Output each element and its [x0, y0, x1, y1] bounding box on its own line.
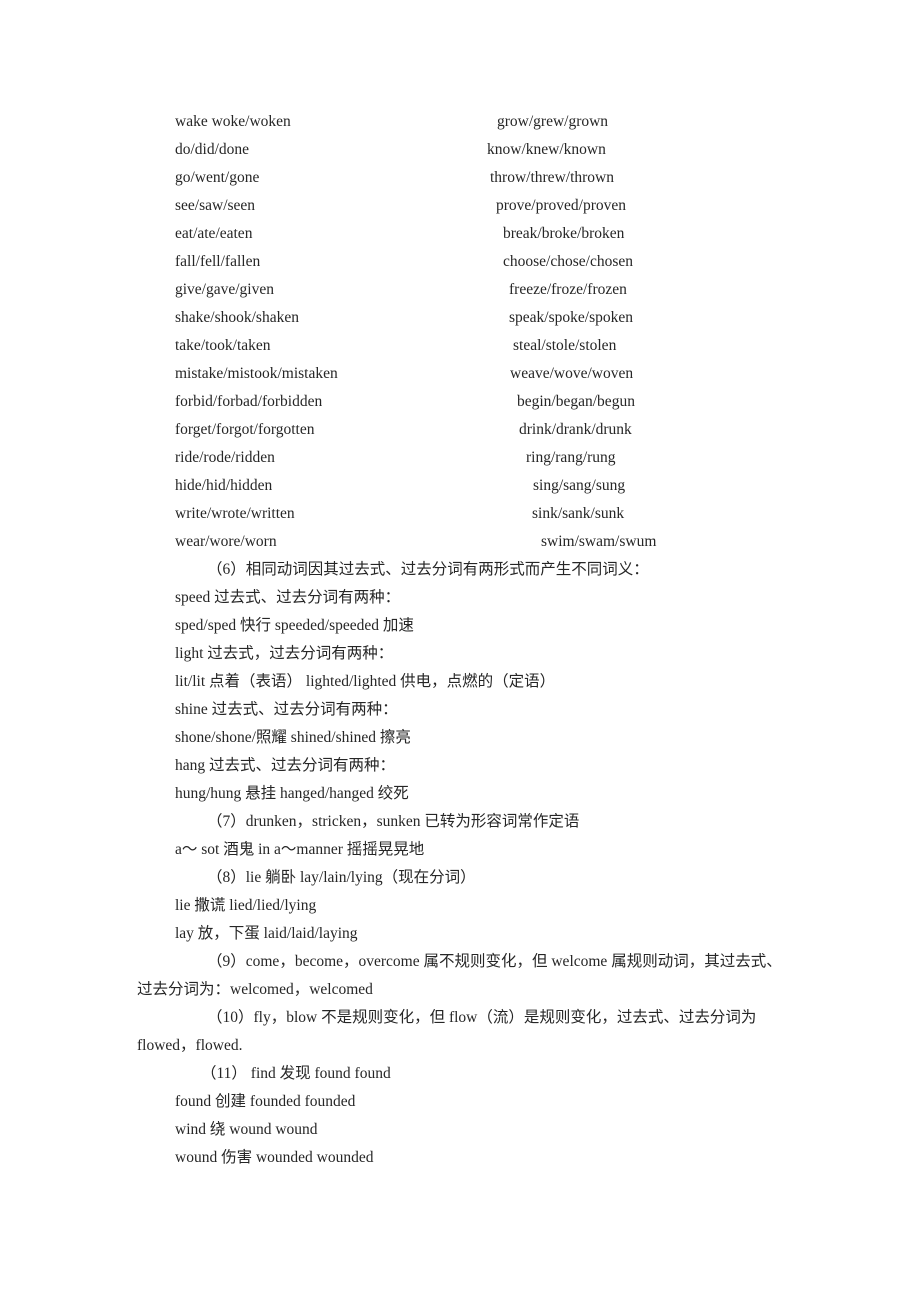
document-page: wake woke/woken grow/grew/grown do/did/d…	[0, 0, 920, 1302]
note-item-7: （7）drunken，stricken，sunken 已转为形容词常作定语	[207, 813, 580, 830]
table-row: forget/forgot/forgotten drink/drank/drun…	[137, 416, 895, 444]
verb-right: swim/swam/swum	[541, 533, 657, 550]
table-row: take/took/taken steal/stole/stolen	[137, 332, 895, 360]
note-speed-forms: sped/sped 快行 speeded/speeded 加速	[175, 617, 414, 634]
verb-right: grow/grew/grown	[497, 113, 609, 130]
table-row: eat/ate/eaten break/broke/broken	[137, 220, 895, 248]
note-item-8-lie: lie 撒谎 lied/lied/lying	[175, 897, 317, 914]
verb-left: mistake/mistook/mistaken	[175, 365, 338, 382]
table-row: wear/wore/worn swim/swam/swum	[137, 528, 895, 556]
verb-left: eat/ate/eaten	[175, 225, 253, 242]
verb-right: break/broke/broken	[503, 225, 625, 242]
verb-left: take/took/taken	[175, 337, 271, 354]
verb-left: go/went/gone	[175, 169, 260, 186]
table-row: see/saw/seen prove/proved/proven	[137, 192, 895, 220]
note-item-9: （9）come，become，overcome 属不规则变化，但 welcome…	[137, 953, 782, 998]
verb-left: wake woke/woken	[175, 113, 291, 130]
verb-right: freeze/froze/frozen	[509, 281, 627, 298]
verb-right: choose/chose/chosen	[503, 253, 633, 270]
note-light-forms: lit/lit 点着（表语） lighted/lighted 供电，点燃的（定语…	[175, 673, 556, 690]
table-row: wake woke/woken grow/grew/grown	[137, 108, 895, 136]
note-hang-heading: hang 过去式、过去分词有两种：	[175, 757, 396, 774]
note-item-8-lay: lay 放，下蛋 laid/laid/laying	[175, 925, 358, 942]
note-speed-heading: speed 过去式、过去分词有两种：	[175, 589, 401, 606]
verb-right: drink/drank/drunk	[519, 421, 632, 438]
note-item-11-found: found 创建 founded founded	[175, 1093, 356, 1110]
verb-right: sink/sank/sunk	[532, 505, 625, 522]
note-hang-forms: hung/hung 悬挂 hanged/hanged 绞死	[175, 785, 409, 802]
note-shine-forms: shone/shone/照耀 shined/shined 擦亮	[175, 729, 411, 746]
verb-left: forbid/forbad/forbidden	[175, 393, 323, 410]
table-row: shake/shook/shaken speak/spoke/spoken	[137, 304, 895, 332]
note-shine-heading: shine 过去式、过去分词有两种：	[175, 701, 398, 718]
table-row: write/wrote/written sink/sank/sunk	[137, 500, 895, 528]
verb-right: speak/spoke/spoken	[509, 309, 633, 326]
note-item-10: （10）fly，blow 不是规则变化，但 flow（流）是规则变化，过去式、过…	[137, 1009, 757, 1054]
verb-left: forget/forgot/forgotten	[175, 421, 315, 438]
table-row: ride/rode/ridden ring/rang/rung	[137, 444, 895, 472]
note-light-heading: light 过去式，过去分词有两种：	[175, 645, 394, 662]
document-content: wake woke/woken grow/grew/grown do/did/d…	[137, 108, 797, 1172]
table-row: do/did/done know/knew/known	[137, 136, 895, 164]
table-row: give/gave/given freeze/froze/frozen	[137, 276, 895, 304]
note-item-6-heading: （6）相同动词因其过去式、过去分词有两形式而产生不同词义：	[207, 561, 649, 578]
verb-right: know/knew/known	[487, 141, 606, 158]
verb-left: give/gave/given	[175, 281, 274, 298]
verb-left: ride/rode/ridden	[175, 449, 275, 466]
note-item-11-wound: wound 伤害 wounded wounded	[175, 1149, 374, 1166]
verb-right: steal/stole/stolen	[513, 337, 617, 354]
verb-left: fall/fell/fallen	[175, 253, 261, 270]
verb-right: sing/sang/sung	[533, 477, 626, 494]
table-row: forbid/forbad/forbidden begin/began/begu…	[137, 388, 895, 416]
note-item-11: （11） find 发现 found found	[201, 1065, 391, 1082]
verb-left: shake/shook/shaken	[175, 309, 299, 326]
table-row: go/went/gone throw/threw/thrown	[137, 164, 895, 192]
verb-left: see/saw/seen	[175, 197, 256, 214]
verb-right: ring/rang/rung	[526, 449, 616, 466]
verb-left: write/wrote/written	[175, 505, 295, 522]
verb-right: prove/proved/proven	[496, 197, 626, 214]
verb-right: begin/began/begun	[517, 393, 635, 410]
note-item-7-example: a～ sot 酒鬼 in a～manner 摇摇晃晃地	[175, 841, 425, 858]
table-row: hide/hid/hidden sing/sang/sung	[137, 472, 895, 500]
verb-table-body: wake woke/woken grow/grew/grown do/did/d…	[137, 108, 895, 556]
irregular-verb-table: wake woke/woken grow/grew/grown do/did/d…	[137, 108, 895, 556]
verb-left: do/did/done	[175, 141, 250, 158]
note-item-8: （8）lie 躺卧 lay/lain/lying（现在分词）	[207, 869, 476, 886]
table-row: fall/fell/fallen choose/chose/chosen	[137, 248, 895, 276]
note-item-11-wind: wind 绕 wound wound	[175, 1121, 318, 1138]
verb-right: throw/threw/thrown	[490, 169, 614, 186]
verb-left: wear/wore/worn	[175, 533, 277, 550]
verb-right: weave/wove/woven	[510, 365, 634, 382]
verb-left: hide/hid/hidden	[175, 477, 273, 494]
table-row: mistake/mistook/mistaken weave/wove/wove…	[137, 360, 895, 388]
